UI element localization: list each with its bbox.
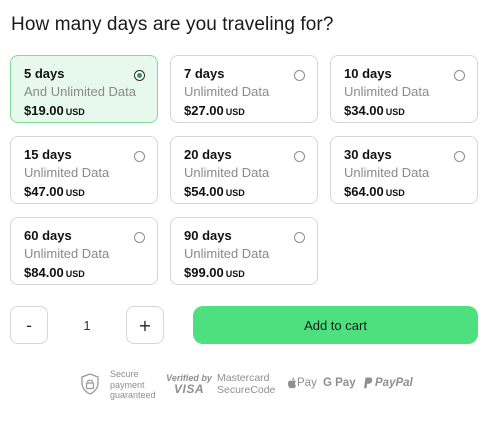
apple-icon bbox=[287, 377, 296, 389]
plan-data: Unlimited Data bbox=[344, 165, 430, 180]
plan-data: And Unlimited Data bbox=[24, 84, 136, 99]
plan-data: Unlimited Data bbox=[184, 246, 270, 261]
plan-days: 20 days bbox=[184, 147, 232, 162]
secure-payment-text: Secure payment guaranteed bbox=[110, 369, 156, 400]
plan-price: $19.00 USD bbox=[24, 103, 85, 118]
plan-card-15-days[interactable]: 15 days Unlimited Data $47.00 USD bbox=[10, 136, 158, 204]
plan-card-5-days[interactable]: 5 days And Unlimited Data $19.00 USD bbox=[10, 55, 158, 123]
payment-badges: Secure payment guaranteed Verified by VI… bbox=[80, 369, 420, 405]
paypal-logo: PayPal bbox=[363, 377, 413, 389]
shield-lock-icon bbox=[80, 373, 100, 395]
verified-by-visa-logo: Verified by VISA bbox=[166, 373, 212, 396]
plan-days: 60 days bbox=[24, 228, 72, 243]
plan-card-30-days[interactable]: 30 days Unlimited Data $64.00 USD bbox=[330, 136, 478, 204]
quantity-input[interactable] bbox=[48, 306, 126, 344]
plan-price: $54.00 USD bbox=[184, 184, 245, 199]
plan-data: Unlimited Data bbox=[344, 84, 430, 99]
quantity-decrease-button[interactable]: - bbox=[10, 306, 48, 344]
page-title: How many days are you traveling for? bbox=[11, 14, 334, 35]
plan-price: $64.00 USD bbox=[344, 184, 405, 199]
mastercard-securecode-logo: Mastercard SecureCode bbox=[217, 372, 276, 396]
plan-price: $27.00 USD bbox=[184, 103, 245, 118]
plan-days: 15 days bbox=[24, 147, 72, 162]
radio-button[interactable] bbox=[454, 151, 465, 162]
plan-card-10-days[interactable]: 10 days Unlimited Data $34.00 USD bbox=[330, 55, 478, 123]
paypal-icon bbox=[364, 377, 373, 389]
plan-data: Unlimited Data bbox=[184, 165, 270, 180]
plan-days: 30 days bbox=[344, 147, 392, 162]
plan-price: $99.00 USD bbox=[184, 265, 245, 280]
plan-days: 7 days bbox=[184, 66, 225, 81]
plan-data: Unlimited Data bbox=[24, 246, 110, 261]
radio-button[interactable] bbox=[134, 151, 145, 162]
plan-days: 5 days bbox=[24, 66, 65, 81]
radio-button[interactable] bbox=[294, 151, 305, 162]
plan-card-60-days[interactable]: 60 days Unlimited Data $84.00 USD bbox=[10, 217, 158, 285]
plan-price: $47.00 USD bbox=[24, 184, 85, 199]
radio-button[interactable] bbox=[294, 70, 305, 81]
plan-card-20-days[interactable]: 20 days Unlimited Data $54.00 USD bbox=[170, 136, 318, 204]
apple-pay-logo: Pay bbox=[287, 377, 317, 389]
plan-card-7-days[interactable]: 7 days Unlimited Data $27.00 USD bbox=[170, 55, 318, 123]
google-pay-logo: G Pay bbox=[323, 377, 356, 389]
radio-button[interactable] bbox=[294, 232, 305, 243]
plan-days: 10 days bbox=[344, 66, 392, 81]
plan-card-90-days[interactable]: 90 days Unlimited Data $99.00 USD bbox=[170, 217, 318, 285]
plan-data: Unlimited Data bbox=[24, 165, 110, 180]
plan-price: $84.00 USD bbox=[24, 265, 85, 280]
plan-days: 90 days bbox=[184, 228, 232, 243]
radio-button[interactable] bbox=[454, 70, 465, 81]
add-to-cart-button[interactable]: Add to cart bbox=[193, 306, 478, 344]
plan-data: Unlimited Data bbox=[184, 84, 270, 99]
plan-price: $34.00 USD bbox=[344, 103, 405, 118]
radio-button[interactable] bbox=[134, 70, 145, 81]
radio-button[interactable] bbox=[134, 232, 145, 243]
quantity-increase-button[interactable]: + bbox=[126, 306, 164, 344]
